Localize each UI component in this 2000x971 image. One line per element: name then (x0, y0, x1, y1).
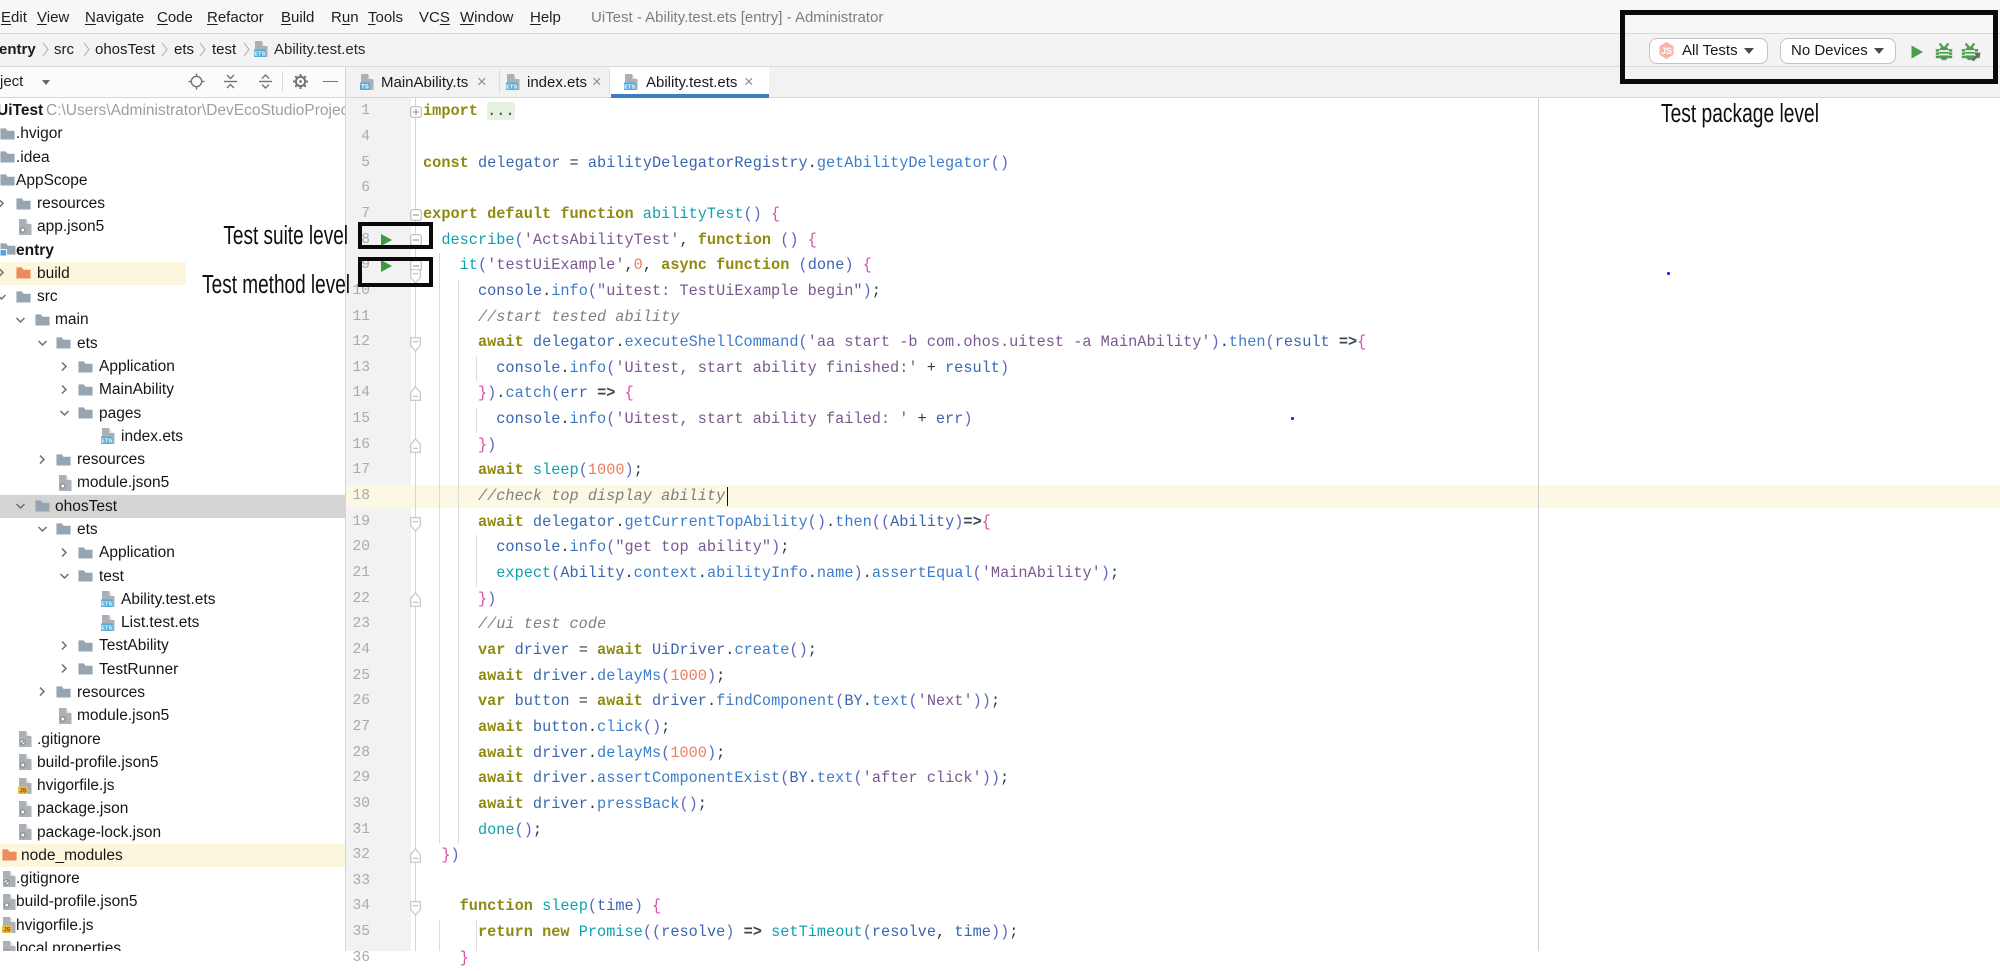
svg-text:ETS: ETS (101, 625, 112, 630)
svg-text:JS: JS (19, 788, 26, 793)
svg-text:JS: JS (3, 928, 10, 933)
svg-text:TS: TS (361, 85, 369, 90)
svg-text:ETS: ETS (506, 85, 517, 90)
svg-text:ETS: ETS (101, 439, 112, 444)
svg-text:ETS: ETS (254, 52, 265, 57)
svg-text:ETS: ETS (624, 85, 635, 90)
svg-text:ETS: ETS (101, 602, 112, 607)
